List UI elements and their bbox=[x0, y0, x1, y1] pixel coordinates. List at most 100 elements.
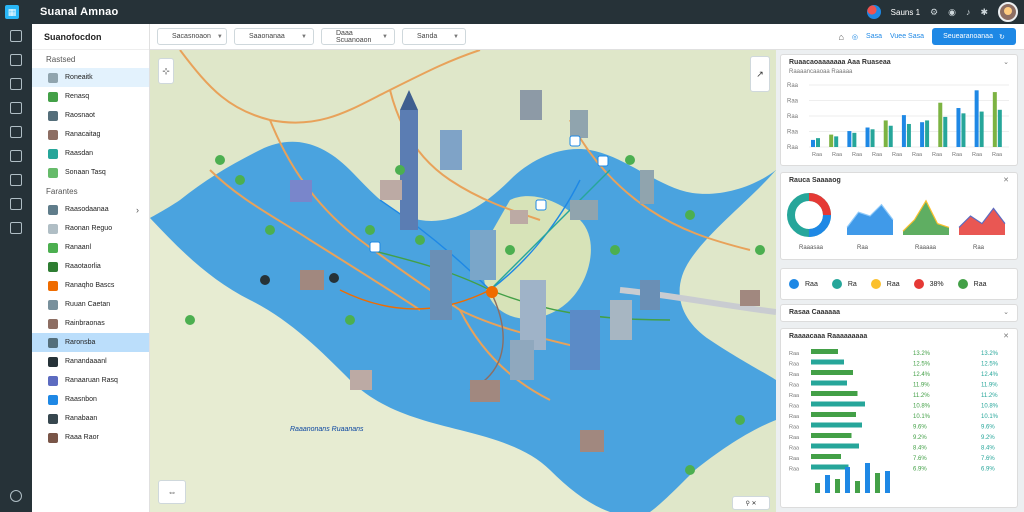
user-label[interactable]: Sauns 1 bbox=[891, 8, 920, 17]
chevron-down-icon: ▼ bbox=[453, 33, 459, 40]
filter-actions: ⌂ ◎ Sasa Vuee Sasa Seuearanoanaa ↻ bbox=[838, 28, 1024, 45]
sidebar-item[interactable]: Raasdan bbox=[32, 144, 149, 163]
sidebar-item[interactable]: Raasodaanaa › bbox=[32, 200, 149, 219]
bar bbox=[938, 102, 943, 147]
bar bbox=[961, 113, 966, 147]
rank-value-alt: 6.9% bbox=[981, 467, 995, 473]
mini-charts-card: Rauca Saaaaog ✕ Raaasaa Raa Raaaaa Raa bbox=[780, 172, 1018, 260]
mini-bar bbox=[815, 483, 820, 493]
chevron-down-icon[interactable]: ⌄ bbox=[1003, 308, 1009, 316]
rank-category: Raa bbox=[789, 414, 800, 420]
sidebar-item[interactable]: Raronsba bbox=[32, 333, 149, 352]
globe-icon[interactable] bbox=[866, 5, 881, 19]
donut-slice bbox=[808, 214, 831, 237]
chart-icon[interactable] bbox=[10, 102, 22, 114]
filter-dropdown-4[interactable]: Sanda ▼ bbox=[402, 28, 466, 45]
top-bar: ▦ Suanal Amnao Sauns 1 ⚙ ◉ ♪ ✱ bbox=[0, 0, 1024, 24]
bar bbox=[974, 90, 979, 147]
sidebar-item[interactable]: Raonan Reguo bbox=[32, 219, 149, 238]
view-save-link[interactable]: Vuee Sasa bbox=[890, 33, 924, 40]
sidebar-item[interactable]: Sonaan Tasq bbox=[32, 163, 149, 182]
sidebar-item[interactable]: Raasnbon bbox=[32, 390, 149, 409]
sidebar-item[interactable]: Ranaqho Bascs bbox=[32, 276, 149, 295]
sidebar-item-icon bbox=[48, 299, 58, 310]
zoom-controls[interactable]: ⚲ ✕ bbox=[732, 496, 770, 510]
sidebar-item-icon bbox=[48, 204, 58, 215]
sidebar-item[interactable]: Ranabaan bbox=[32, 409, 149, 428]
map-tool-button[interactable]: ⇔ bbox=[158, 480, 186, 504]
x-tick-label: Raa bbox=[952, 152, 963, 158]
chevron-down-icon: ▼ bbox=[301, 33, 307, 40]
calendar-icon[interactable] bbox=[10, 126, 22, 138]
bar bbox=[943, 116, 948, 147]
layers-icon[interactable] bbox=[10, 54, 22, 66]
bar bbox=[816, 138, 820, 147]
rank-value: 9.2% bbox=[913, 435, 927, 441]
primary-action-button[interactable]: Seuearanoanaa ↻ bbox=[932, 28, 1016, 45]
dashboard-icon[interactable] bbox=[10, 30, 22, 42]
save-link[interactable]: Sasa bbox=[866, 33, 882, 40]
area-series bbox=[959, 208, 1005, 235]
avatar[interactable] bbox=[998, 2, 1018, 22]
help-icon[interactable] bbox=[10, 490, 22, 502]
settings-icon[interactable]: ⚙ bbox=[930, 7, 938, 18]
filter-dropdown-2[interactable]: Saaonanaa ▼ bbox=[234, 28, 314, 45]
rank-value: 6.9% bbox=[913, 467, 927, 473]
mini-bar bbox=[875, 473, 880, 493]
x-tick-label: Raa bbox=[832, 152, 843, 158]
sidebar-item[interactable]: Ranaanl bbox=[32, 238, 149, 257]
rank-category: Raa bbox=[789, 372, 800, 378]
sidebar-item-label: Raasnbon bbox=[65, 396, 97, 403]
rank-value-alt: 8.4% bbox=[981, 446, 995, 452]
sidebar-item[interactable]: Ranacaitag bbox=[32, 125, 149, 144]
rank-value-alt: 11.2% bbox=[981, 393, 998, 399]
legend-dot bbox=[957, 279, 968, 289]
archive-icon[interactable] bbox=[10, 198, 22, 210]
sidebar-item[interactable]: Roneaitk bbox=[32, 68, 149, 87]
sidebar: Suanofocdon Rastsed Roneaitk Renasq Raosnao… bbox=[32, 24, 150, 512]
bar bbox=[847, 131, 852, 147]
sidebar-item[interactable]: Raaa Raor bbox=[32, 428, 149, 447]
rank-value: 11.2% bbox=[913, 393, 930, 399]
bell-icon[interactable]: ♪ bbox=[966, 7, 971, 17]
map-expand-button[interactable]: ⊹ bbox=[158, 58, 174, 84]
sidebar-item[interactable]: Raaotaorlia bbox=[32, 257, 149, 276]
user-icon[interactable]: ◉ bbox=[948, 7, 956, 18]
close-icon[interactable]: ✕ bbox=[1003, 332, 1009, 340]
map-icon[interactable] bbox=[10, 78, 22, 90]
sidebar-item[interactable]: Ruuan Caetan bbox=[32, 295, 149, 314]
map-canvas[interactable]: ⊹ ↗ ⇔ ⚲ ✕ Raaanonans Ruaanans bbox=[150, 50, 776, 512]
filter-dropdown-3[interactable]: Daaa Scuanoaon ▼ bbox=[321, 28, 395, 45]
sidebar-item-label: Raaa Raor bbox=[65, 434, 99, 441]
bar-chart-title: Ruaacaoaaaaaaa Aaa Ruaseaa ⌄ bbox=[789, 58, 1009, 67]
compass-button[interactable]: ↗ bbox=[750, 56, 770, 92]
rank-bar bbox=[811, 349, 838, 354]
rank-category: Raa bbox=[789, 404, 800, 410]
sidebar-item[interactable]: Rainbraonas bbox=[32, 314, 149, 333]
sidebar-item-icon bbox=[48, 432, 58, 443]
x-tick-label: Raa bbox=[992, 152, 1003, 158]
bar bbox=[906, 123, 911, 147]
filter-bar: Sacasnoaon ▼ Saaonanaa ▼ Daaa Scuanoaon ▼ S… bbox=[150, 24, 1024, 50]
y-tick-label: Raa bbox=[787, 145, 799, 151]
sidebar-item[interactable]: Raosnaot bbox=[32, 106, 149, 125]
sidebar-item[interactable]: Ranaaruan Rasq bbox=[32, 371, 149, 390]
sidebar-item[interactable]: Renasq bbox=[32, 87, 149, 106]
close-icon[interactable]: ✕ bbox=[1003, 176, 1009, 184]
sidebar-item[interactable]: Ranandaaanl bbox=[32, 352, 149, 371]
gear-icon[interactable]: ✱ bbox=[980, 7, 988, 18]
rank-category: Raa bbox=[789, 446, 800, 452]
sidebar-item-icon bbox=[48, 223, 58, 234]
view-icon[interactable]: ◎ bbox=[852, 33, 858, 41]
folder-icon[interactable] bbox=[10, 150, 22, 162]
bar bbox=[901, 115, 906, 147]
sidebar-item-label: Ranaanl bbox=[65, 244, 92, 251]
filter-dropdown-1[interactable]: Sacasnoaon ▼ bbox=[157, 28, 227, 45]
doc-icon[interactable] bbox=[10, 174, 22, 186]
chevron-down-icon[interactable]: ⌄ bbox=[1003, 58, 1009, 66]
logo[interactable]: ▦ bbox=[0, 0, 24, 24]
bar bbox=[865, 127, 870, 147]
cloud-icon[interactable] bbox=[10, 222, 22, 234]
sidebar-section-title: Rastsed bbox=[46, 54, 76, 64]
home-icon[interactable]: ⌂ bbox=[838, 32, 843, 42]
